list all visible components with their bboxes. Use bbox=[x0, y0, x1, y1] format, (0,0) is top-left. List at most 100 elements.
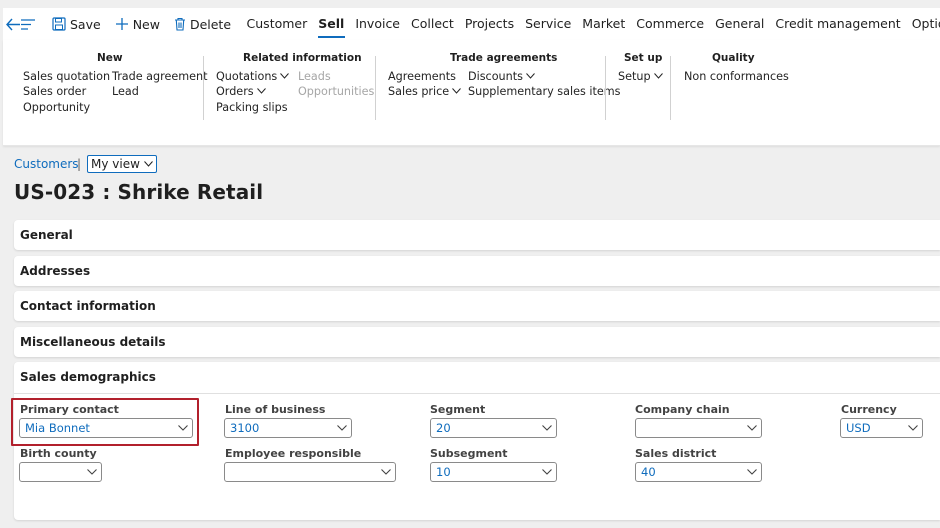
view-selector-label: My view bbox=[91, 157, 140, 171]
sales-price-label: Sales price bbox=[388, 85, 450, 98]
employee-responsible-combo[interactable] bbox=[224, 462, 396, 482]
tab-options[interactable]: Options bbox=[906, 8, 940, 40]
currency-combo[interactable]: USD bbox=[840, 418, 923, 438]
fasttab-general[interactable]: General bbox=[14, 220, 940, 250]
sales-quotation-button[interactable]: Sales quotation bbox=[23, 70, 110, 84]
quotations-label: Quotations bbox=[216, 70, 278, 83]
chevron-down-icon[interactable] bbox=[743, 425, 761, 431]
hamburger-icon[interactable] bbox=[21, 12, 35, 36]
subsegment-value: 10 bbox=[436, 465, 451, 479]
ribbon-divider bbox=[605, 56, 606, 120]
new-button[interactable]: New bbox=[110, 12, 165, 36]
segment-value: 20 bbox=[436, 421, 451, 435]
chevron-down-icon bbox=[256, 88, 266, 94]
chevron-down-icon[interactable] bbox=[904, 425, 922, 431]
lead-button[interactable]: Lead bbox=[112, 85, 139, 99]
setup-menu[interactable]: Setup bbox=[618, 70, 663, 84]
segment-combo[interactable]: 20 bbox=[430, 418, 557, 438]
tab-invoice[interactable]: Invoice bbox=[350, 8, 406, 40]
tab-general[interactable]: General bbox=[710, 8, 770, 40]
setup-label: Setup bbox=[618, 70, 651, 83]
fasttab-addresses[interactable]: Addresses bbox=[14, 256, 940, 286]
company-chain-combo[interactable] bbox=[635, 418, 762, 438]
sales-district-label: Sales district bbox=[635, 447, 717, 460]
tab-service[interactable]: Service bbox=[520, 8, 577, 40]
opportunity-button[interactable]: Opportunity bbox=[23, 101, 90, 115]
subsegment-combo[interactable]: 10 bbox=[430, 462, 557, 482]
sales-price-menu[interactable]: Sales price bbox=[388, 85, 462, 99]
delete-button[interactable]: Delete bbox=[169, 12, 236, 36]
tab-commerce[interactable]: Commerce bbox=[631, 8, 710, 40]
leads-button: Leads bbox=[298, 70, 331, 83]
chevron-down-icon[interactable] bbox=[538, 469, 556, 475]
orders-label: Orders bbox=[216, 85, 254, 98]
fasttab-label: Miscellaneous details bbox=[20, 335, 166, 349]
line-of-business-combo[interactable]: 3100 bbox=[224, 418, 352, 438]
chevron-down-icon[interactable] bbox=[377, 469, 395, 475]
chevron-down-icon bbox=[452, 88, 462, 94]
orders-menu[interactable]: Orders bbox=[216, 85, 266, 99]
delete-label: Delete bbox=[189, 16, 232, 32]
chevron-down-icon[interactable] bbox=[83, 469, 101, 475]
line-of-business-label: Line of business bbox=[225, 403, 326, 416]
fasttab-sales-demographics[interactable]: Sales demographics bbox=[20, 362, 156, 392]
currency-label: Currency bbox=[841, 403, 897, 416]
ribbon-group-title: New bbox=[97, 52, 123, 64]
supplementary-sales-items-button[interactable]: Supplementary sales items bbox=[468, 85, 620, 99]
chevron-down-icon bbox=[144, 161, 153, 167]
segment-label: Segment bbox=[430, 403, 486, 416]
chevron-down-icon bbox=[280, 73, 290, 79]
plus-icon bbox=[115, 18, 128, 30]
chevron-down-icon[interactable] bbox=[174, 425, 192, 431]
tab-credit-management[interactable]: Credit management bbox=[770, 8, 906, 40]
packing-slips-button[interactable]: Packing slips bbox=[216, 101, 288, 115]
ribbon-group-title: Related information bbox=[243, 52, 362, 64]
ribbon-divider bbox=[203, 56, 204, 120]
panel-divider bbox=[14, 393, 940, 394]
discounts-menu[interactable]: Discounts bbox=[468, 70, 535, 84]
ribbon: New Sales quotation Sales order Opportun… bbox=[3, 40, 940, 146]
subsegment-label: Subsegment bbox=[430, 447, 508, 460]
ribbon-divider bbox=[375, 56, 376, 120]
birth-county-label: Birth county bbox=[20, 447, 97, 460]
save-label: Save bbox=[70, 16, 101, 32]
agreements-button[interactable]: Agreements bbox=[388, 70, 456, 84]
breadcrumb-customers-link[interactable]: Customers bbox=[14, 157, 79, 171]
employee-responsible-label: Employee responsible bbox=[225, 447, 362, 460]
back-arrow-icon[interactable] bbox=[6, 12, 21, 36]
tab-customer[interactable]: Customer bbox=[241, 8, 313, 40]
chevron-down-icon[interactable] bbox=[333, 425, 351, 431]
primary-contact-combo[interactable]: Mia Bonnet bbox=[19, 418, 193, 438]
sales-district-value: 40 bbox=[641, 465, 656, 479]
fasttab-miscellaneous-details[interactable]: Miscellaneous details bbox=[14, 327, 940, 357]
company-chain-label: Company chain bbox=[635, 403, 730, 416]
chevron-down-icon[interactable] bbox=[538, 425, 556, 431]
primary-contact-label: Primary contact bbox=[20, 403, 119, 416]
tab-collect[interactable]: Collect bbox=[406, 8, 460, 40]
chevron-down-icon[interactable] bbox=[743, 469, 761, 475]
quotations-menu[interactable]: Quotations bbox=[216, 70, 290, 84]
opportunities-button: Opportunities bbox=[298, 85, 375, 98]
primary-contact-value: Mia Bonnet bbox=[25, 421, 90, 435]
ribbon-divider bbox=[670, 56, 671, 120]
sales-district-combo[interactable]: 40 bbox=[635, 462, 762, 482]
view-selector[interactable]: My view bbox=[87, 155, 157, 173]
chevron-down-icon bbox=[526, 73, 535, 79]
tab-sell[interactable]: Sell bbox=[313, 8, 350, 40]
save-button[interactable]: Save bbox=[47, 12, 106, 36]
fasttab-label: Addresses bbox=[20, 264, 91, 278]
new-label: New bbox=[132, 16, 160, 32]
trade-agreement-button[interactable]: Trade agreement bbox=[112, 70, 208, 84]
non-conformances-button[interactable]: Non conformances bbox=[684, 70, 789, 84]
chevron-down-icon bbox=[653, 73, 663, 79]
sales-order-button[interactable]: Sales order bbox=[23, 85, 86, 99]
tab-projects[interactable]: Projects bbox=[459, 8, 519, 40]
ribbon-group-title: Quality bbox=[712, 52, 755, 64]
action-bar: Save New Delete Customer Sell Invoice Co… bbox=[3, 8, 940, 40]
fasttab-sales-demographics-panel: Sales demographics bbox=[14, 362, 940, 520]
birth-county-combo[interactable] bbox=[19, 462, 102, 482]
save-icon bbox=[52, 17, 66, 31]
breadcrumb-separator: | bbox=[77, 157, 82, 171]
fasttab-contact-information[interactable]: Contact information bbox=[14, 291, 940, 321]
tab-market[interactable]: Market bbox=[577, 8, 631, 40]
